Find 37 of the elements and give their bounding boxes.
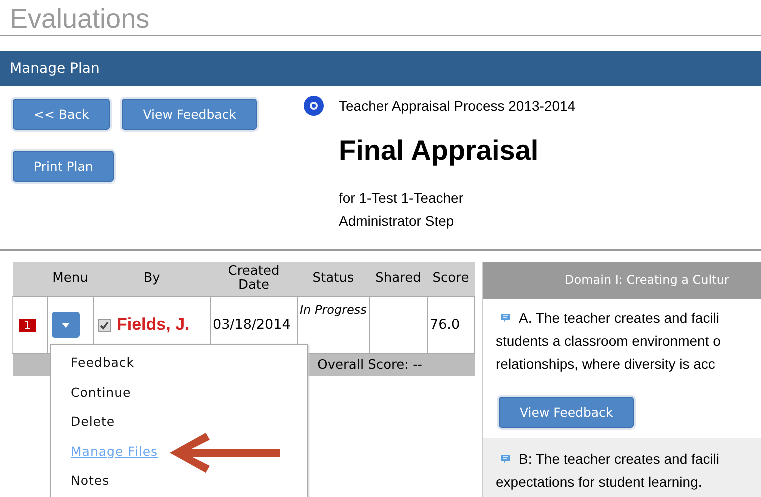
comment-icon[interactable]: [500, 313, 511, 324]
caret-icon: [62, 322, 70, 328]
table-cell: 03/18/2014: [213, 317, 291, 333]
status-text: In Progress: [300, 303, 367, 317]
column-header: Shared: [376, 271, 422, 286]
menu-item[interactable]: Feedback: [51, 348, 155, 378]
header-title: Manage Plan: [10, 60, 100, 76]
column-header: Score: [432, 271, 470, 286]
indicator-text: A. The teacher creates and facili: [519, 309, 720, 328]
indicator-text: students a classroom environment o: [496, 332, 721, 351]
domain-title: Domain I: Creating a Cultur: [483, 262, 761, 299]
comment-icon[interactable]: [500, 454, 511, 465]
number-badge: 1: [19, 319, 36, 332]
column-header: By: [144, 271, 160, 286]
plan-for: for 1-Test 1-Teacher: [339, 189, 464, 208]
column-header: Created Date: [228, 264, 280, 293]
page-title: Evaluations: [0, 0, 761, 36]
overall-score: Overall Score: --: [318, 358, 422, 372]
plan-title: Final Appraisal: [339, 135, 540, 167]
indicator-text: expectations for student learning.: [496, 473, 702, 492]
indicator-text: B: The teacher creates and facili: [519, 450, 720, 469]
action-button[interactable]: View Feedback: [122, 99, 258, 130]
action-button[interactable]: << Back: [13, 99, 110, 130]
view-feedback-button[interactable]: View Feedback: [499, 397, 634, 428]
checkbox[interactable]: [98, 318, 111, 332]
plan-step: Administrator Step: [339, 210, 576, 233]
dropdown-button[interactable]: [52, 312, 80, 338]
indicator-text: relationships, where diversity is acc: [496, 355, 716, 374]
column-header: Status: [312, 271, 354, 286]
table-cell: 76.0: [430, 317, 460, 333]
menu-item[interactable]: Notes: [51, 466, 130, 496]
process-name: Teacher Appraisal Process 2013-2014: [339, 98, 576, 114]
menu-item[interactable]: Delete: [51, 407, 136, 436]
action-button[interactable]: Print Plan: [13, 151, 114, 182]
menu-item[interactable]: Continue: [51, 378, 152, 407]
radio-icon: [303, 95, 325, 117]
column-header: Menu: [52, 271, 88, 286]
